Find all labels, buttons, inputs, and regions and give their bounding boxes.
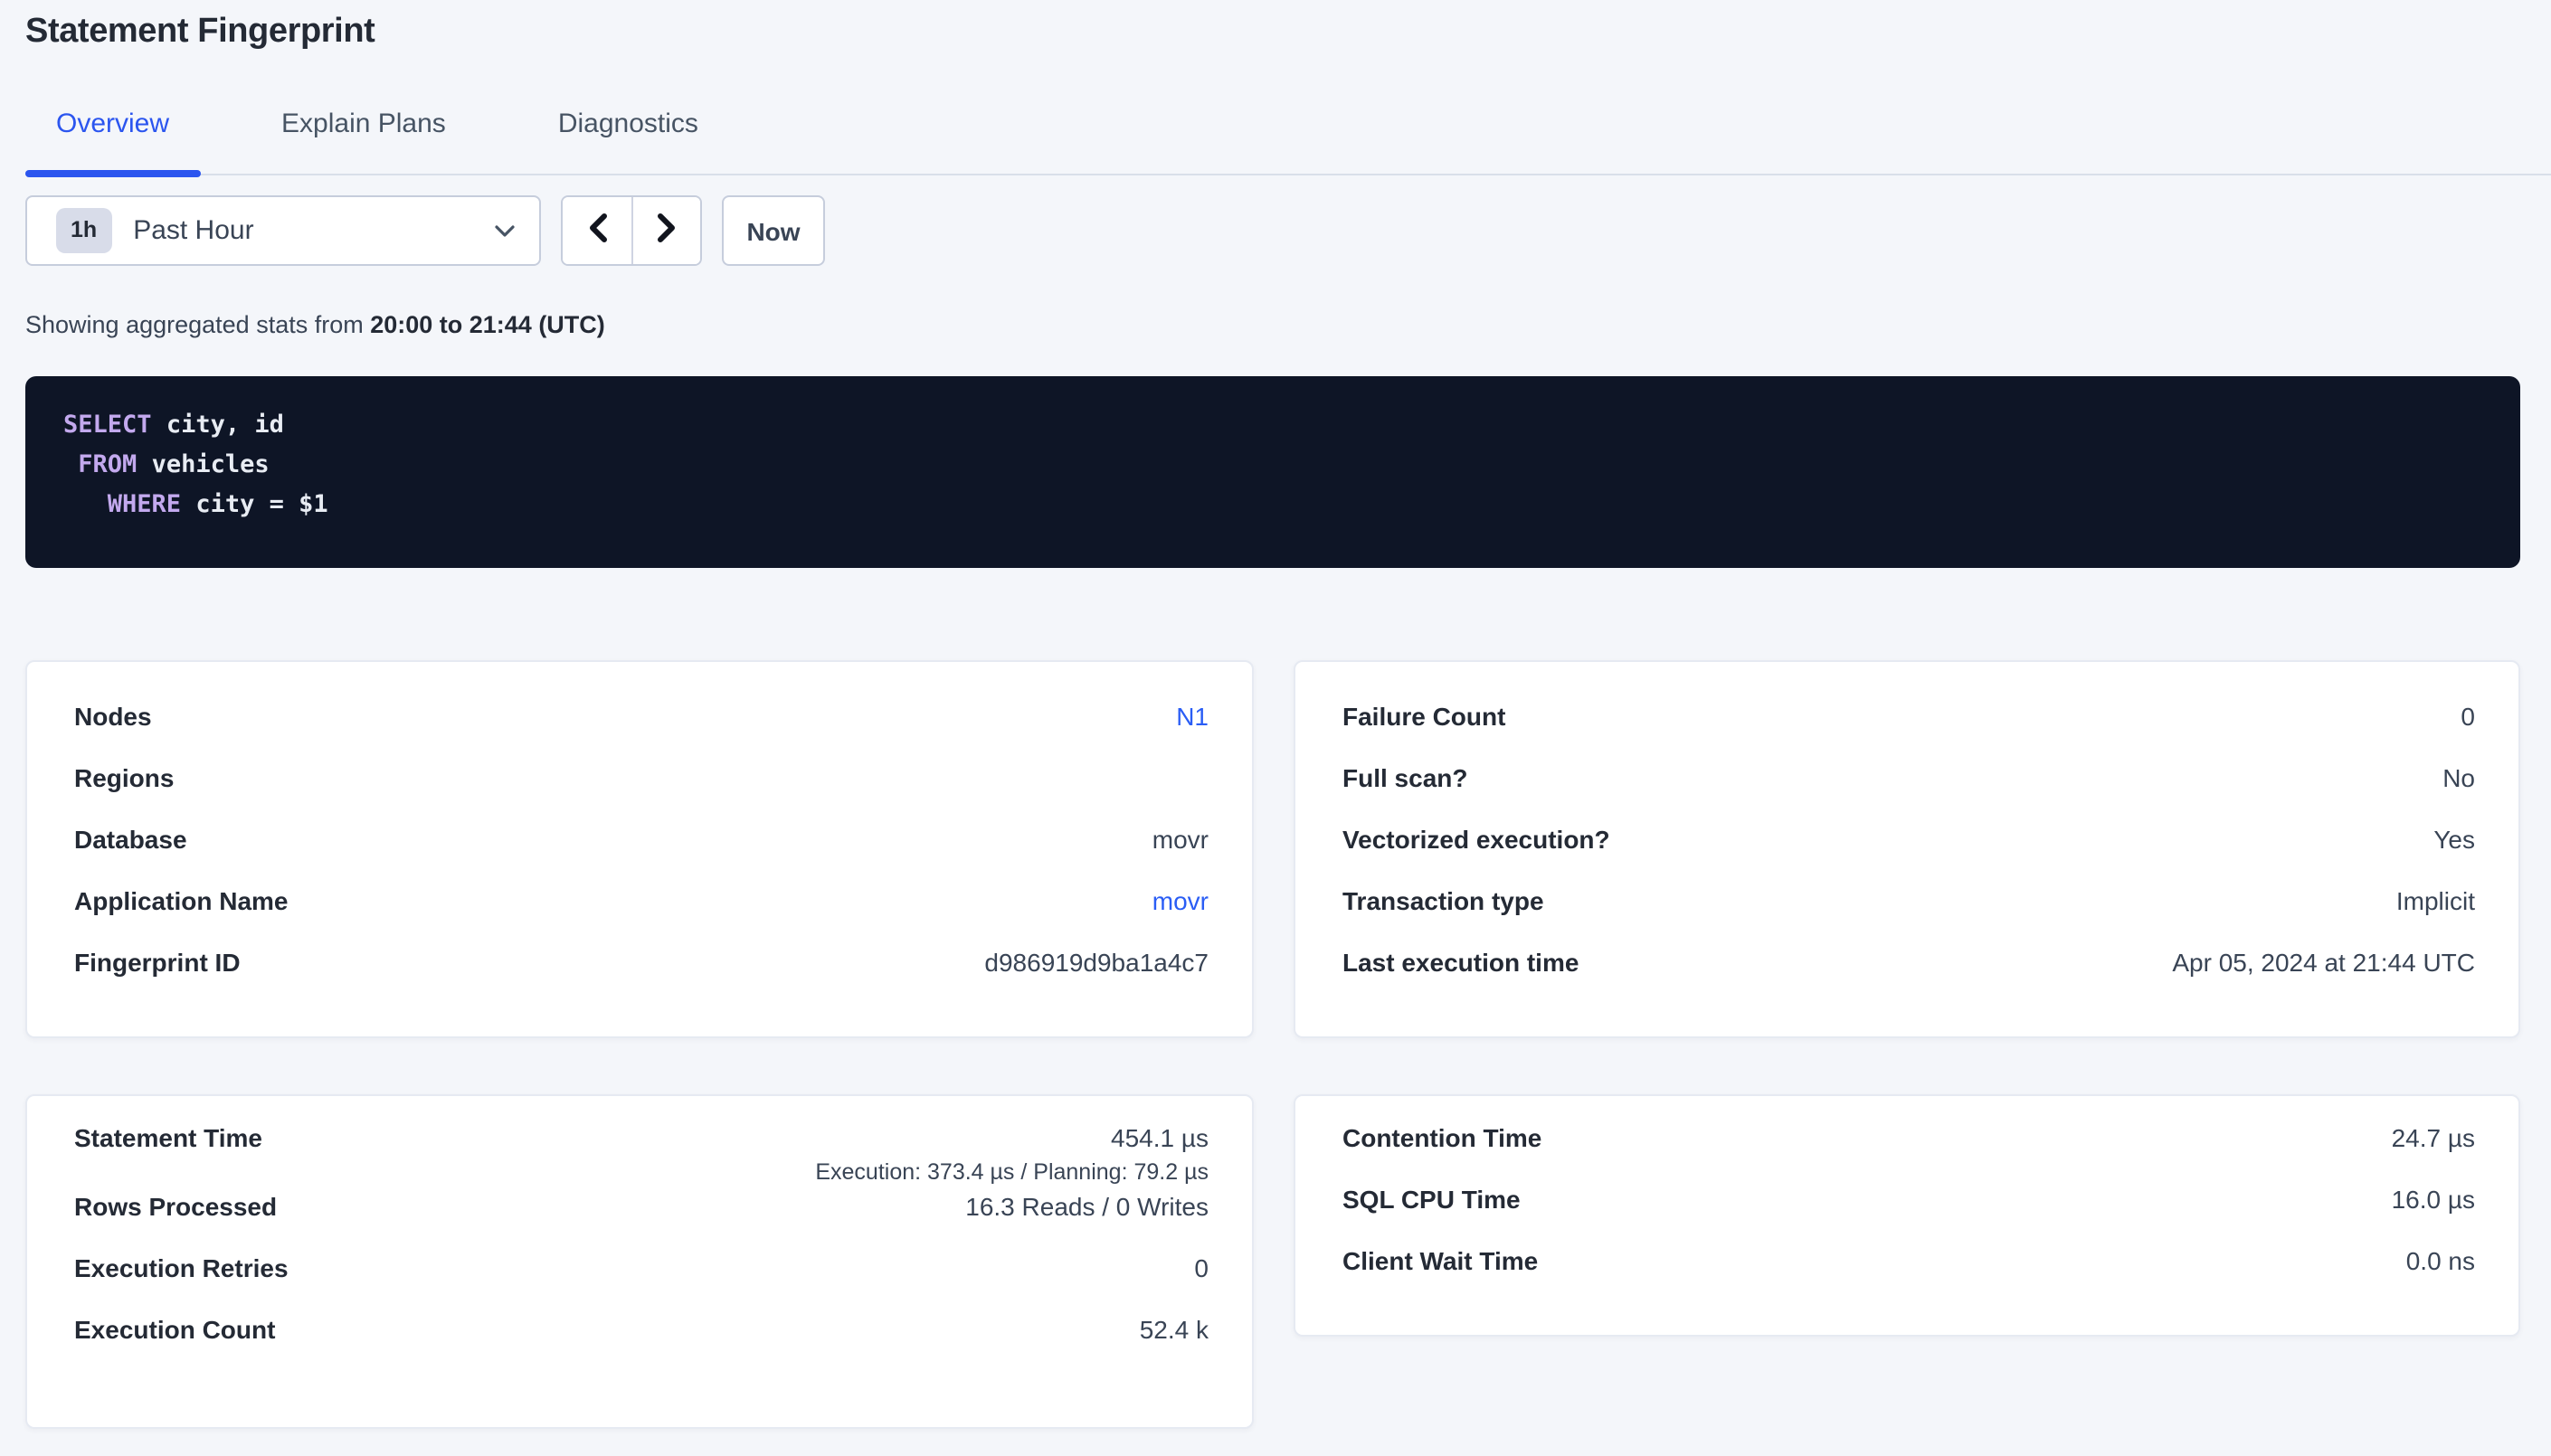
row-label: Client Wait Time: [1342, 1244, 1538, 1277]
table-row: Full scan? No: [1342, 761, 2475, 823]
interval-badge: 1h: [56, 209, 111, 253]
row-label: Failure Count: [1342, 700, 1505, 733]
row-value-link[interactable]: N1: [1176, 702, 1209, 731]
sql-line: FROM vehicles: [63, 445, 2484, 485]
table-row: Nodes N1: [74, 700, 1209, 761]
row-value: movr: [1152, 825, 1209, 854]
statement-fingerprint-page: Statement Fingerprint Overview Explain P…: [0, 9, 2551, 1456]
row-label: Regions: [74, 761, 174, 794]
table-row: Application Name movr: [74, 884, 1209, 946]
row-value: 16.0 µs: [2392, 1185, 2475, 1214]
row-label: Application Name: [74, 884, 289, 917]
tab-explain-plans-label: Explain Plans: [281, 109, 446, 139]
row-value-link[interactable]: movr: [1152, 886, 1209, 915]
time-shift-button-group: [561, 195, 702, 266]
table-row: Client Wait Time 0.0 ns: [1342, 1244, 2475, 1306]
page-title: Statement Fingerprint: [25, 9, 2520, 56]
time-controls: 1h Past Hour Now: [25, 195, 2520, 266]
tab-diagnostics-label: Diagnostics: [558, 109, 698, 139]
table-row: Fingerprint ID d986919d9ba1a4c7: [74, 946, 1209, 1007]
execution-attributes-card: Failure Count 0 Full scan? No Vectorized…: [1294, 660, 2520, 1038]
table-row: Database movr: [74, 823, 1209, 884]
time-range-dropdown[interactable]: 1h Past Hour: [25, 195, 541, 266]
now-button[interactable]: Now: [722, 195, 825, 266]
aggregated-stats-range: 20:00 to 21:44 (UTC): [370, 311, 605, 338]
statement-stats-card: Statement Time 454.1 µs Execution: 373.4…: [25, 1094, 1254, 1429]
chevron-right-icon: [657, 213, 677, 248]
row-value: Apr 05, 2024 at 21:44 UTC: [2172, 948, 2475, 977]
table-row: Rows Processed 16.3 Reads / 0 Writes: [74, 1190, 1209, 1252]
row-label: Last execution time: [1342, 946, 1579, 979]
row-label: Rows Processed: [74, 1190, 277, 1223]
chevron-left-icon: [587, 213, 607, 248]
table-row: Transaction type Implicit: [1342, 884, 2475, 946]
sql-keyword: WHERE: [108, 490, 181, 519]
row-label: Transaction type: [1342, 884, 1544, 917]
row-value: 52.4 k: [1140, 1315, 1209, 1344]
table-row: Execution Retries 0: [74, 1252, 1209, 1313]
time-range-selected-label: Past Hour: [133, 215, 494, 246]
row-label: Contention Time: [1342, 1121, 1541, 1154]
sql-statement-box: SELECT city, id FROM vehicles WHERE city…: [25, 376, 2520, 568]
tab-bar: Overview Explain Plans Diagnostics: [25, 109, 2551, 175]
next-interval-button[interactable]: [631, 197, 700, 264]
wait-time-card: Contention Time 24.7 µs SQL CPU Time 16.…: [1294, 1094, 2520, 1337]
table-row: SQL CPU Time 16.0 µs: [1342, 1183, 2475, 1244]
row-label: Execution Retries: [74, 1252, 289, 1284]
table-row: Vectorized execution? Yes: [1342, 823, 2475, 884]
row-value: 0: [2461, 702, 2475, 731]
table-row: Failure Count 0: [1342, 700, 2475, 761]
sql-keyword: SELECT: [63, 411, 152, 440]
row-value: d986919d9ba1a4c7: [984, 948, 1209, 977]
aggregated-stats-prefix: Showing aggregated stats from: [25, 311, 370, 338]
row-subvalue: Execution: 373.4 µs / Planning: 79.2 µs: [815, 1156, 1209, 1190]
row-label: Fingerprint ID: [74, 946, 241, 979]
row-value: Implicit: [2396, 886, 2475, 915]
row-label: Statement Time: [74, 1121, 262, 1154]
table-row: Statement Time 454.1 µs Execution: 373.4…: [74, 1121, 1209, 1190]
table-row: Last execution time Apr 05, 2024 at 21:4…: [1342, 946, 2475, 1007]
tab-overview-label: Overview: [56, 109, 169, 139]
table-row: Regions: [74, 761, 1209, 823]
table-row: Execution Count 52.4 k: [74, 1313, 1209, 1375]
row-label: Execution Count: [74, 1313, 275, 1346]
tab-explain-plans[interactable]: Explain Plans: [251, 109, 477, 174]
sql-line: SELECT city, id: [63, 405, 2484, 445]
row-label: Full scan?: [1342, 761, 1467, 794]
row-value: 0.0 ns: [2406, 1246, 2475, 1275]
previous-interval-button[interactable]: [563, 197, 631, 264]
row-value: 16.3 Reads / 0 Writes: [965, 1192, 1209, 1221]
sql-keyword: FROM: [78, 450, 137, 479]
row-label: SQL CPU Time: [1342, 1183, 1521, 1215]
row-label: Database: [74, 823, 187, 856]
row-label: Vectorized execution?: [1342, 823, 1610, 856]
summary-cards-grid: Nodes N1 Regions Database movr Applicati: [25, 660, 2520, 1429]
row-value: Yes: [2433, 825, 2475, 854]
chevron-down-icon: [494, 223, 516, 238]
tab-diagnostics[interactable]: Diagnostics: [527, 109, 729, 174]
aggregated-stats-line: Showing aggregated stats from 20:00 to 2…: [25, 311, 2520, 338]
table-row: Contention Time 24.7 µs: [1342, 1121, 2475, 1183]
active-tab-underline: [25, 170, 200, 177]
row-value: No: [2442, 763, 2475, 792]
row-label: Nodes: [74, 700, 152, 733]
sql-line: WHERE city = $1: [63, 485, 2484, 525]
row-value: 454.1 µs: [1111, 1123, 1209, 1152]
row-value: 0: [1194, 1253, 1209, 1282]
statement-details-card: Nodes N1 Regions Database movr Applicati: [25, 660, 1254, 1038]
row-value: 24.7 µs: [2392, 1123, 2475, 1152]
tab-overview[interactable]: Overview: [25, 109, 200, 174]
